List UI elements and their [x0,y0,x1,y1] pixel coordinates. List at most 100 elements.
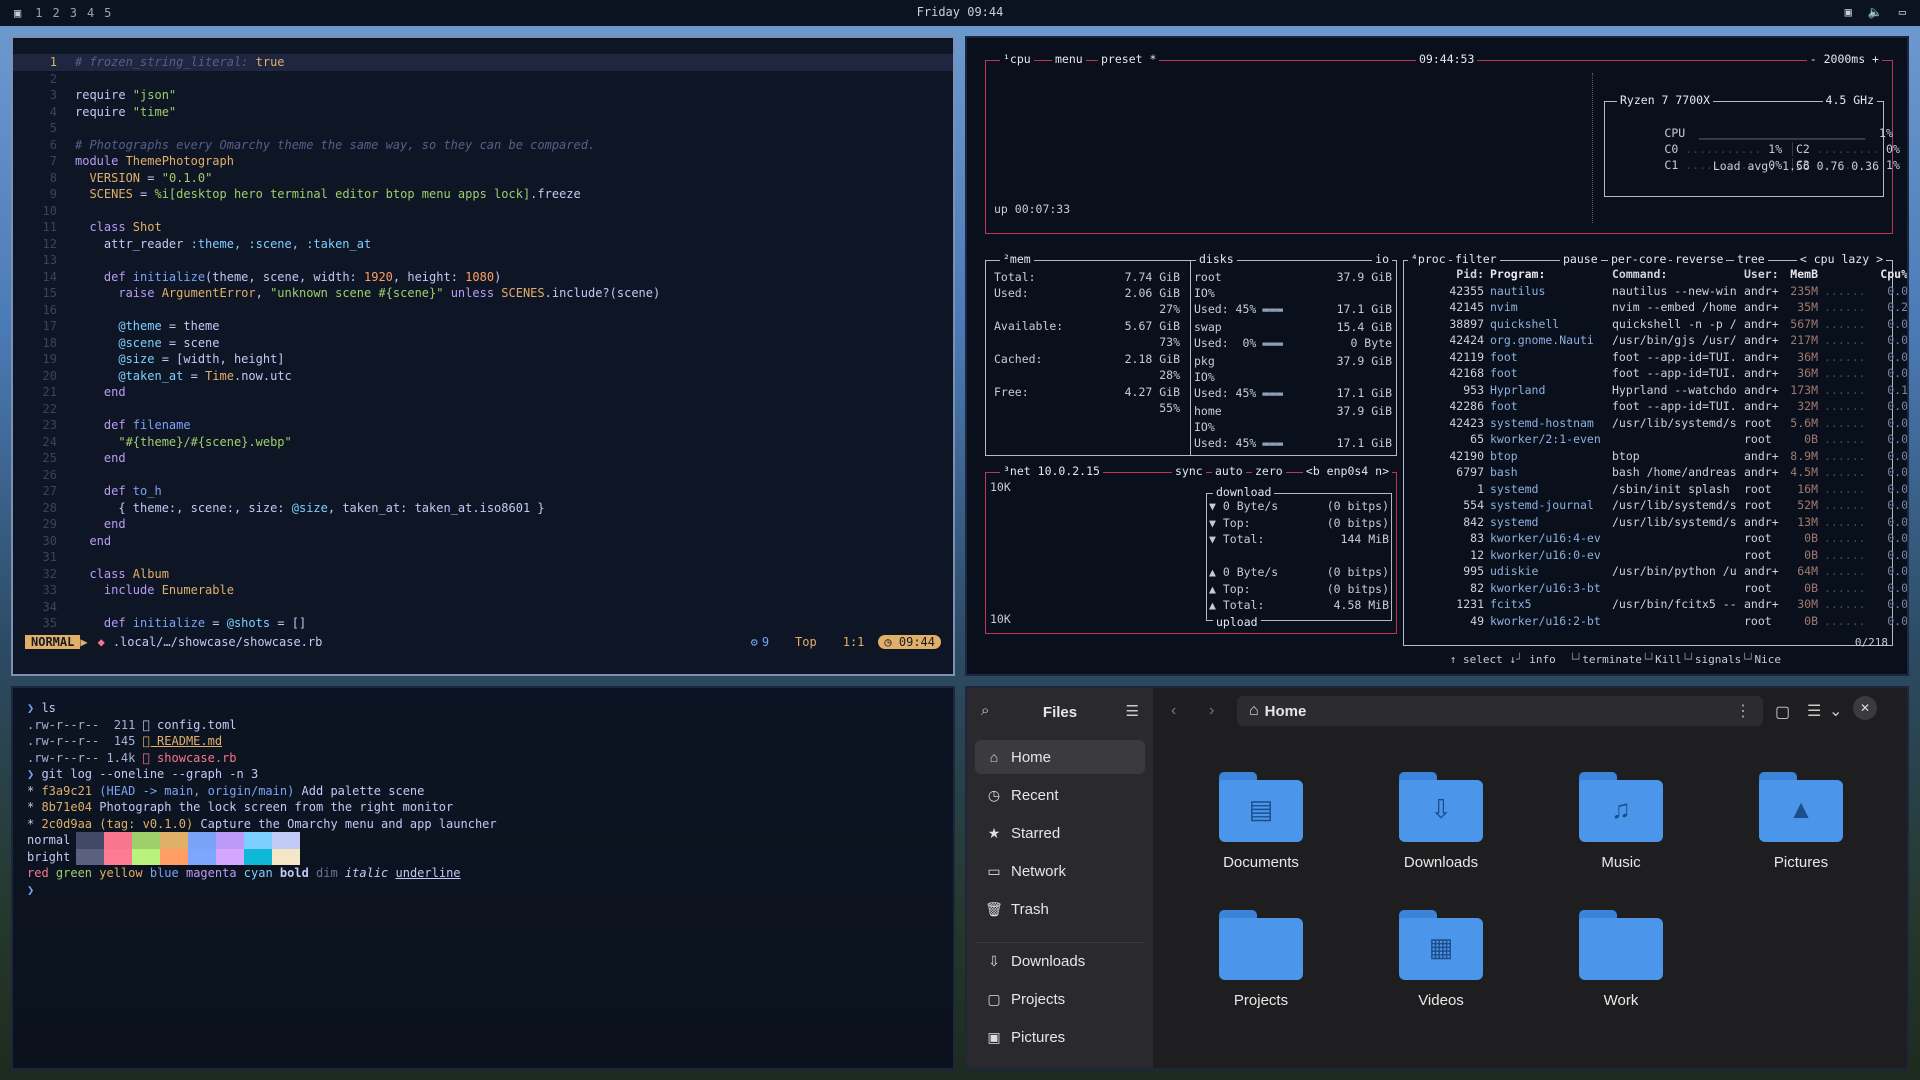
menu-button[interactable]: menu [1052,52,1086,66]
code-line[interactable]: 13 [13,252,953,269]
menu-icon[interactable]: ☰ [1126,702,1139,720]
pause-button[interactable]: pause [1560,252,1601,266]
info-button[interactable]: info [1529,653,1556,666]
forward-icon[interactable]: › [1209,702,1214,720]
kill-button[interactable]: Kill [1655,653,1682,666]
clock[interactable]: Friday 09:44 [0,5,1920,19]
folder-pictures[interactable]: ▲ Pictures [1721,772,1881,871]
terminal-window[interactable]: ❯ ls .rw-r--r-- 211 󰈙 config.toml .rw-r--r… [11,686,955,1070]
auto-toggle[interactable]: auto [1212,464,1246,478]
screen-icon[interactable]: ▣ [1845,5,1852,19]
code-line[interactable]: 21 end [13,384,953,401]
mem-title[interactable]: ²mem [1000,252,1034,266]
zero-toggle[interactable]: zero [1252,464,1286,478]
per-core-button[interactable]: per-core [1608,252,1670,266]
signals-button[interactable]: signals [1695,653,1741,666]
io-toggle[interactable]: io [1372,252,1392,266]
code-line[interactable]: 8 VERSION = "0.1.0" [13,170,953,187]
process-row[interactable]: 82 kworker/u16:3-bt root 0B...... 0.0 [1404,581,1907,598]
code-area[interactable]: 1 # frozen_string_literal: true 2 3 require … [13,54,953,632]
code-line[interactable]: 28 { theme:, scene:, size: @size, taken_… [13,500,953,517]
process-row[interactable]: 65 kworker/2:1-even root 0B...... 0.0 [1404,432,1907,449]
code-line[interactable]: 34 [13,599,953,616]
process-row[interactable]: 49 kworker/u16:2-bt root 0B...... 0.0 [1404,614,1907,631]
sidebar-item-downloads[interactable]: ⇩ Downloads [975,944,1145,978]
code-line[interactable]: 26 [13,467,953,484]
process-row[interactable]: 42190 btop btop andr+ 8.9M...... 0.0 [1404,449,1907,466]
process-row[interactable]: 995 udiskie/usr/bin/python /u andr+ 64M....… [1404,564,1907,581]
display-icon[interactable]: ▭ [1899,5,1906,19]
folder-projects[interactable]: Projects [1181,910,1341,1009]
code-line[interactable]: 12 attr_reader :theme, :scene, :taken_at [13,236,953,253]
location-bar[interactable]: ⌂ Home ⋮ [1237,696,1763,726]
tree-button[interactable]: tree [1734,252,1768,266]
code-line[interactable]: 9 SCENES = %i[desktop hero terminal edit… [13,186,953,203]
code-line[interactable]: 31 [13,549,953,566]
process-row[interactable]: 83 kworker/u16:4-ev root 0B...... 0.0 [1404,531,1907,548]
folder-work[interactable]: Work [1541,910,1701,1009]
sidebar-item-starred[interactable]: ★ Starred [975,816,1145,850]
list-view-icon[interactable]: ☰ [1807,701,1821,721]
back-icon[interactable]: ‹ [1171,702,1176,720]
btop-window[interactable]: ¹cpu menu preset * 09:44:53 - 2000ms + u… [965,36,1909,676]
code-line[interactable]: 7 module ThemePhotograph [13,153,953,170]
code-line[interactable]: 10 [13,203,953,220]
folder-downloads[interactable]: ⇩ Downloads [1361,772,1521,871]
process-row[interactable]: 953 Hyprland Hyprland --watchdo andr+ 173M..… [1404,383,1907,400]
code-line[interactable]: 5 [13,120,953,137]
camera-icon[interactable]: ▢ [1775,702,1790,722]
sidebar-item-network[interactable]: ▭ Network [975,854,1145,888]
chevron-down-icon[interactable]: ⌄ [1829,701,1842,721]
code-line[interactable]: 35 def initialize = @shots = [] [13,615,953,632]
code-line[interactable]: 14 def initialize(theme, scene, width: 1… [13,269,953,286]
process-row[interactable]: 1231 fcitx5/usr/bin/fcitx5 -- andr+ 30M....… [1404,597,1907,614]
code-line[interactable]: 22 [13,401,953,418]
interval-control[interactable]: - 2000ms + [1806,52,1882,66]
filter-button[interactable]: filter [1452,252,1500,266]
proc-title[interactable]: ⁴proc [1408,252,1449,266]
process-row[interactable]: 42424 org.gnome.Nauti/usr/bin/gjs /usr/an… [1404,333,1907,350]
process-row[interactable]: 42286 foot foot --app-id=TUI. andr+ 32M.....… [1404,399,1907,416]
sidebar-item-recent[interactable]: ◷ Recent [975,778,1145,812]
sidebar-item-home[interactable]: ⌂ Home [975,740,1145,774]
code-line[interactable]: 16 [13,302,953,319]
code-line[interactable]: 11 class Shot [13,219,953,236]
process-row[interactable]: 38897 quickshell quickshell -n -p / andr+ 56… [1404,317,1907,334]
process-row[interactable]: 1 systemd/sbin/init splash root 16M...... 0.… [1404,482,1907,499]
volume-icon[interactable]: 🔈 [1868,5,1883,19]
sidebar-item-projects[interactable]: ▢ Projects [975,982,1145,1016]
code-line[interactable]: 25 end [13,450,953,467]
more-options-icon[interactable]: ⋮ [1735,701,1751,721]
code-line[interactable]: 24 "#{theme}/#{scene}.webp" [13,434,953,451]
select-hint[interactable]: ↑ select ↓ [1450,653,1516,666]
preset-button[interactable]: preset * [1098,52,1160,66]
code-line[interactable]: 33 include Enumerable [13,582,953,599]
code-line[interactable]: 2 [13,71,953,88]
process-row[interactable]: 554 systemd-journal/usr/lib/systemd/s root… [1404,498,1907,515]
process-row[interactable]: 42355 nautilus nautilus --new-win andr+ 235M… [1404,284,1907,301]
process-row[interactable]: 12 kworker/u16:0-ev root 0B...... 0.0 [1404,548,1907,565]
sidebar-item-pictures[interactable]: ▣ Pictures [975,1020,1145,1054]
sort-selector[interactable]: < cpu lazy > [1796,252,1886,266]
folder-documents[interactable]: ▤ Documents [1181,772,1341,871]
process-row[interactable]: 42168 foot foot --app-id=TUI. andr+ 36M.....… [1404,366,1907,383]
net-title[interactable]: ³net 10.0.2.15 [1000,464,1103,478]
folder-videos[interactable]: ▦ Videos [1361,910,1521,1009]
code-line[interactable]: 4 require "time" [13,104,953,121]
code-line[interactable]: 17 @theme = theme [13,318,953,335]
code-line[interactable]: 27 def to_h [13,483,953,500]
code-line[interactable]: 18 @scene = scene [13,335,953,352]
terminate-button[interactable]: terminate [1582,653,1642,666]
sidebar-item-trash[interactable]: 🗑 Trash [975,892,1145,926]
process-row[interactable]: 6797 bash bash /home/andreas andr+ 4.5M.....… [1404,465,1907,482]
process-row[interactable]: 42423 systemd-hostnam/usr/lib/systemd/s ro… [1404,416,1907,433]
sync-toggle[interactable]: sync [1172,464,1206,478]
code-line[interactable]: 30 end [13,533,953,550]
code-line[interactable]: 19 @size = [width, height] [13,351,953,368]
code-line[interactable]: 20 @taken_at = Time.now.utc [13,368,953,385]
code-line[interactable]: 1 # frozen_string_literal: true [13,54,953,71]
close-icon[interactable]: ✕ [1853,696,1877,720]
process-row[interactable]: 42119 foot foot --app-id=TUI. andr+ 36M.....… [1404,350,1907,367]
nice-button[interactable]: Nice [1754,653,1781,666]
code-line[interactable]: 29 end [13,516,953,533]
